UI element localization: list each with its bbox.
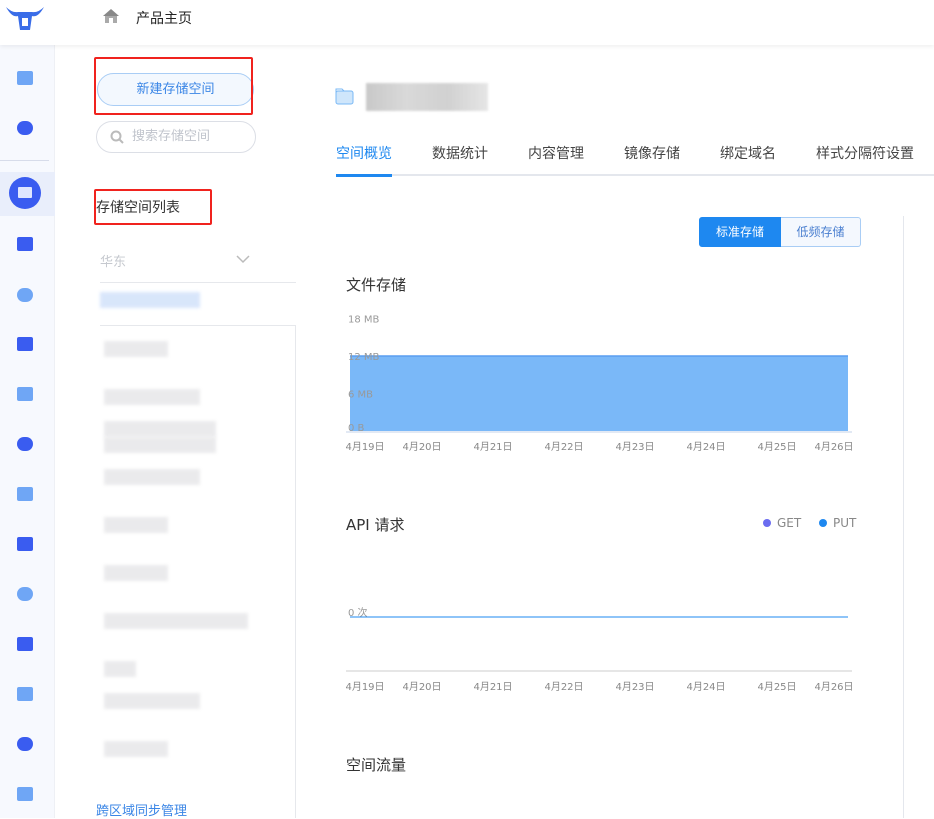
top-bar: 产品主页 — [0, 0, 934, 45]
redacted-bucket-item[interactable] — [104, 517, 168, 533]
legend-get[interactable]: GET — [763, 516, 801, 530]
pipeline-icon[interactable] — [15, 734, 35, 754]
standard-storage-button[interactable]: 标准存储 — [699, 217, 781, 247]
x-tick-label: 4月24日 — [686, 441, 725, 453]
bucket-folder-icon — [335, 88, 354, 105]
cloud-icon[interactable] — [15, 285, 35, 305]
search-placeholder: 搜索存储空间 — [132, 129, 211, 144]
media-icon[interactable] — [15, 434, 35, 454]
yen-icon[interactable] — [15, 118, 35, 138]
storage-icon[interactable] — [9, 177, 41, 209]
storage-class-toggle: 标准存储 低频存储 — [699, 217, 861, 247]
redacted-bucket-item[interactable] — [104, 437, 216, 453]
storage-area — [350, 356, 848, 431]
redacted-bucket-item[interactable] — [104, 469, 200, 485]
region-select[interactable]: 华东 — [100, 251, 126, 270]
legend-dot — [763, 519, 771, 527]
divider — [100, 282, 296, 283]
x-tick-label: 4月22日 — [544, 681, 583, 693]
id-card-icon[interactable] — [15, 68, 35, 88]
bucket-name-redacted — [366, 83, 488, 111]
security-icon[interactable] — [15, 584, 35, 604]
x-tick-label: 4月26日 — [814, 681, 853, 693]
bull-logo-icon[interactable] — [4, 4, 44, 32]
y-tick-label: 18 MB — [348, 315, 380, 326]
y-tick-label: 0 次 — [348, 606, 368, 619]
api-requests-title: API 请求 — [346, 516, 405, 534]
page-title[interactable]: 产品主页 — [136, 8, 192, 28]
tab-domain[interactable]: 绑定域名 — [720, 143, 776, 163]
tab-mirror[interactable]: 镜像存储 — [624, 143, 680, 163]
server-icon[interactable] — [15, 234, 35, 254]
chevron-down-icon[interactable] — [236, 254, 250, 264]
book-icon[interactable] — [15, 784, 35, 804]
home-icon[interactable] — [102, 8, 120, 24]
x-tick-label: 4月20日 — [402, 441, 441, 453]
bucket-search-input[interactable]: 搜索存储空间 — [96, 121, 256, 153]
x-tick-label: 4月21日 — [473, 441, 512, 453]
flash-icon[interactable] — [15, 634, 35, 654]
y-tick-label: 12 MB — [348, 352, 380, 363]
redacted-bucket-item[interactable] — [104, 565, 168, 581]
redacted-bucket-item[interactable] — [104, 741, 168, 757]
y-tick-label: 6 MB — [348, 390, 373, 401]
file-storage-title: 文件存储 — [346, 276, 407, 294]
product-rail — [0, 45, 55, 818]
divider — [903, 216, 904, 818]
legend-label: PUT — [833, 516, 857, 530]
x-tick-label: 4月25日 — [757, 681, 796, 693]
rail-divider — [0, 160, 49, 161]
low-frequency-storage-button[interactable]: 低频存储 — [781, 217, 861, 247]
legend-dot — [819, 519, 827, 527]
network-icon[interactable] — [15, 684, 35, 704]
highlight-box — [94, 57, 253, 115]
redacted-bucket-item[interactable] — [104, 693, 200, 709]
x-tick-label: 4月23日 — [615, 681, 654, 693]
x-tick-label: 4月23日 — [615, 441, 654, 453]
legend-put[interactable]: PUT — [819, 516, 856, 530]
cross-region-sync-link[interactable]: 跨区域同步管理 — [96, 800, 187, 819]
legend-label: GET — [777, 516, 802, 530]
redacted-bucket-item[interactable] — [104, 421, 216, 437]
x-tick-label: 4月19日 — [345, 441, 384, 453]
x-tick-label: 4月26日 — [814, 441, 853, 453]
database-icon[interactable] — [15, 534, 35, 554]
active-tab-indicator — [336, 174, 392, 177]
redacted-bucket-item[interactable] — [104, 661, 136, 677]
x-tick-label: 4月20日 — [402, 681, 441, 693]
tab-bar: 空间概览 数据统计 内容管理 镜像存储 绑定域名 样式分隔符设置 — [336, 140, 934, 176]
sliders-icon[interactable] — [15, 384, 35, 404]
redacted-bucket-item[interactable] — [104, 389, 200, 405]
search-icon — [110, 130, 124, 144]
x-tick-label: 4月22日 — [544, 441, 583, 453]
tab-statistics[interactable]: 数据统计 — [432, 143, 488, 163]
cdn-icon[interactable] — [15, 484, 35, 504]
x-tick-label: 4月25日 — [757, 441, 796, 453]
y-tick-label: 0 B — [348, 423, 365, 434]
x-tick-label: 4月24日 — [686, 681, 725, 693]
highlight-box — [94, 189, 212, 225]
tab-overview[interactable]: 空间概览 — [336, 143, 392, 163]
redacted-bucket-item[interactable] — [100, 292, 200, 308]
x-tick-label: 4月19日 — [345, 681, 384, 693]
tab-style-separator[interactable]: 样式分隔符设置 — [816, 143, 914, 163]
space-traffic-title: 空间流量 — [346, 756, 407, 774]
redacted-bucket-item[interactable] — [104, 341, 168, 357]
tab-content[interactable]: 内容管理 — [528, 143, 584, 163]
redacted-bucket-item[interactable] — [104, 613, 248, 629]
x-tick-label: 4月21日 — [473, 681, 512, 693]
video-icon[interactable] — [15, 334, 35, 354]
